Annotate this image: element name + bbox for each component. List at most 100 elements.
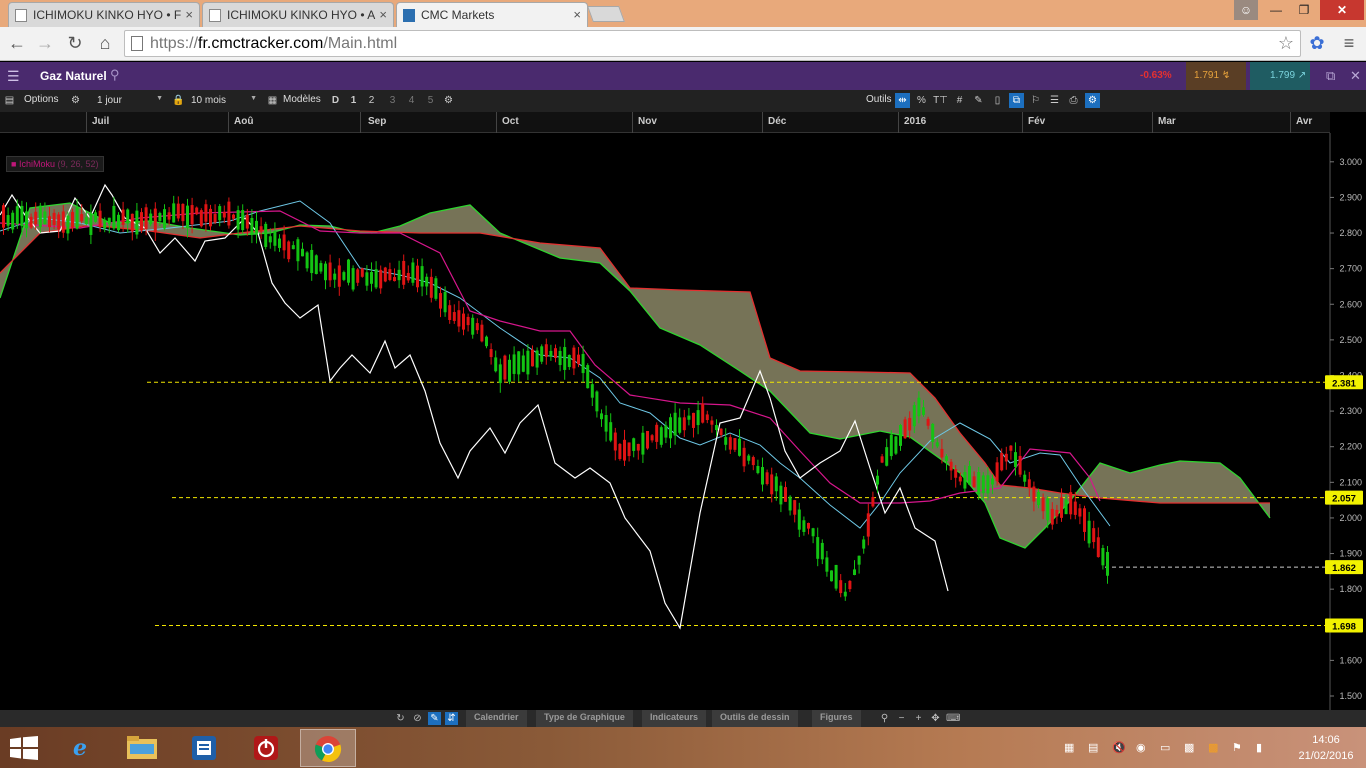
candle-body	[862, 539, 866, 549]
browser-tab-ichimoku-2[interactable]: ICHIMOKU KINKO HYO • A ×	[202, 2, 394, 27]
lock-icon[interactable]: 🔒	[171, 93, 186, 108]
indicator-legend[interactable]: ■ IchiMoku (9, 26, 52)	[6, 156, 104, 172]
forward-arrow-icon[interactable]: →	[34, 32, 56, 54]
ichimoku-chart-canvas[interactable]: 3.0002.9002.8002.7002.6002.5002.4002.300…	[0, 133, 1366, 710]
display-icon[interactable]: ▭	[1160, 741, 1170, 754]
layout-1-button[interactable]: 1	[346, 93, 361, 108]
zoom-icon[interactable]: ⚲	[878, 712, 891, 725]
power-app-icon[interactable]	[238, 729, 294, 767]
address-bar[interactable]: https://fr.cmctracker.com/Main.html ☆	[124, 30, 1301, 57]
system-clock[interactable]: 14:06 21/02/2016	[1296, 732, 1356, 764]
zoom-out-icon[interactable]: −	[895, 712, 908, 725]
price-chart[interactable]: 3.0002.9002.8002.7002.6002.5002.4002.300…	[0, 133, 1366, 710]
layout-5-button[interactable]: 5	[423, 93, 438, 108]
close-tab-icon[interactable]: ×	[573, 7, 581, 22]
chrome-menu-icon[interactable]: ≡	[1338, 32, 1360, 54]
sort-icon[interactable]: ⇵	[445, 712, 458, 725]
drawing-list-icon[interactable]: ☰	[1047, 93, 1062, 108]
candle-body	[728, 437, 732, 450]
url-path: /Main.html	[323, 35, 398, 52]
gear-icon[interactable]: ⚙	[68, 93, 83, 108]
crosshair-tool-icon[interactable]: ⇹	[895, 93, 910, 108]
pan-icon[interactable]: ✥	[929, 712, 942, 725]
chart-settings-icon[interactable]: ⚙	[1085, 93, 1100, 108]
candle-body	[586, 365, 590, 389]
time-axis-header: Juil Aoû Sep Oct Nov Déc 2016 Fév Mar Av…	[0, 112, 1330, 133]
layout-3-button[interactable]: 3	[385, 93, 400, 108]
layout-d-button[interactable]: D	[328, 93, 343, 108]
browser-tab-cmc-markets[interactable]: CMC Markets ×	[396, 2, 588, 27]
tools-label: Outils	[866, 94, 892, 105]
settings-app-icon[interactable]	[176, 729, 232, 767]
close-tab-icon[interactable]: ×	[379, 7, 387, 22]
close-panel-icon[interactable]: ✕	[1350, 68, 1361, 84]
print-icon[interactable]: ⎙	[1066, 93, 1081, 108]
hamburger-menu-icon[interactable]: ☰	[7, 68, 20, 85]
percent-icon[interactable]: %	[914, 93, 929, 108]
app-tray-icon[interactable]: ◉	[1136, 741, 1146, 754]
draw-icon[interactable]: ✎	[428, 712, 441, 725]
interval-value: 1 jour	[97, 95, 123, 106]
drawing-tools-tab[interactable]: Outils de dessin	[712, 710, 798, 727]
annotation-icon[interactable]: ⚐	[1028, 93, 1043, 108]
zoom-in-icon[interactable]: +	[912, 712, 925, 725]
layout-4-button[interactable]: 4	[404, 93, 419, 108]
battery-icon[interactable]: ▮	[1256, 741, 1262, 754]
notification-icon[interactable]: ▩	[1208, 741, 1218, 754]
candle-body	[241, 210, 245, 231]
layout-2-button[interactable]: 2	[364, 93, 379, 108]
calendar-tab[interactable]: Calendrier	[466, 710, 527, 727]
candle-icon[interactable]: ▯	[990, 93, 1005, 108]
text-tool-icon[interactable]: T⊤	[933, 93, 948, 108]
figures-tab[interactable]: Figures	[812, 710, 861, 727]
candle-body	[682, 417, 686, 431]
candle-body	[1018, 455, 1022, 475]
close-tab-icon[interactable]: ×	[185, 7, 193, 22]
chrome-taskbar-icon[interactable]	[300, 729, 356, 767]
close-window-button[interactable]: ✕	[1320, 0, 1364, 20]
bookmark-star-icon[interactable]: ☆	[1278, 33, 1294, 54]
options-panel-icon[interactable]: ▤	[2, 93, 17, 108]
mute-icon[interactable]: 🔇	[1112, 741, 1126, 754]
file-explorer-icon[interactable]	[114, 729, 170, 767]
buy-price-button[interactable]: 1.799 ↗	[1250, 62, 1310, 90]
refresh-icon[interactable]: ↻	[394, 712, 407, 725]
candle-body	[462, 313, 465, 330]
sell-price-button[interactable]: 1.791 ↯	[1186, 62, 1246, 90]
erase-icon[interactable]: ⊘	[411, 712, 424, 725]
templates-button[interactable]: Modèles	[283, 94, 321, 105]
pencil-icon[interactable]: ✎	[971, 93, 986, 108]
chart-type-tab[interactable]: Type de Graphique	[536, 710, 633, 727]
detach-window-icon[interactable]: ⧉	[1326, 68, 1335, 84]
signal-icon[interactable]: ▤	[1088, 741, 1098, 754]
indicators-tab[interactable]: Indicateurs	[642, 710, 707, 727]
back-arrow-icon[interactable]: ←	[6, 32, 28, 54]
windows-start-icon[interactable]	[10, 736, 38, 760]
reload-icon[interactable]: ↻	[64, 32, 86, 54]
candle-body	[949, 461, 953, 471]
network-icon[interactable]: ▦	[1064, 741, 1074, 754]
interval-select[interactable]: 1 jour ▼	[94, 93, 166, 109]
keyboard-icon[interactable]: ⌨	[946, 712, 960, 725]
maximize-button[interactable]: ❐	[1290, 0, 1318, 20]
candle-body	[126, 209, 130, 224]
candle-body	[931, 423, 935, 442]
remote-icon[interactable]: ▩	[1184, 741, 1194, 754]
internet-explorer-icon[interactable]: e	[52, 729, 108, 767]
candle-body	[71, 211, 74, 228]
candle-body	[204, 204, 208, 222]
user-profile-icon[interactable]: ☺	[1234, 0, 1258, 20]
options-button[interactable]: Options	[24, 94, 58, 105]
home-icon[interactable]: ⌂	[94, 32, 116, 54]
extension-icon[interactable]: ✿	[1306, 32, 1328, 54]
flag-icon[interactable]: ⚑	[1232, 741, 1242, 754]
calendar-icon[interactable]: ▦	[265, 93, 280, 108]
search-icon[interactable]: ⚲	[110, 67, 120, 83]
new-tab-button[interactable]	[587, 6, 625, 22]
minimize-button[interactable]: —	[1262, 0, 1290, 20]
compare-icon[interactable]: ⧉	[1009, 93, 1024, 108]
range-select[interactable]: 10 mois ▼	[188, 93, 260, 109]
grid-icon[interactable]: #	[952, 93, 967, 108]
settings-gear-icon[interactable]: ⚙	[441, 93, 456, 108]
browser-tab-ichimoku-1[interactable]: ICHIMOKU KINKO HYO • F ×	[8, 2, 200, 27]
